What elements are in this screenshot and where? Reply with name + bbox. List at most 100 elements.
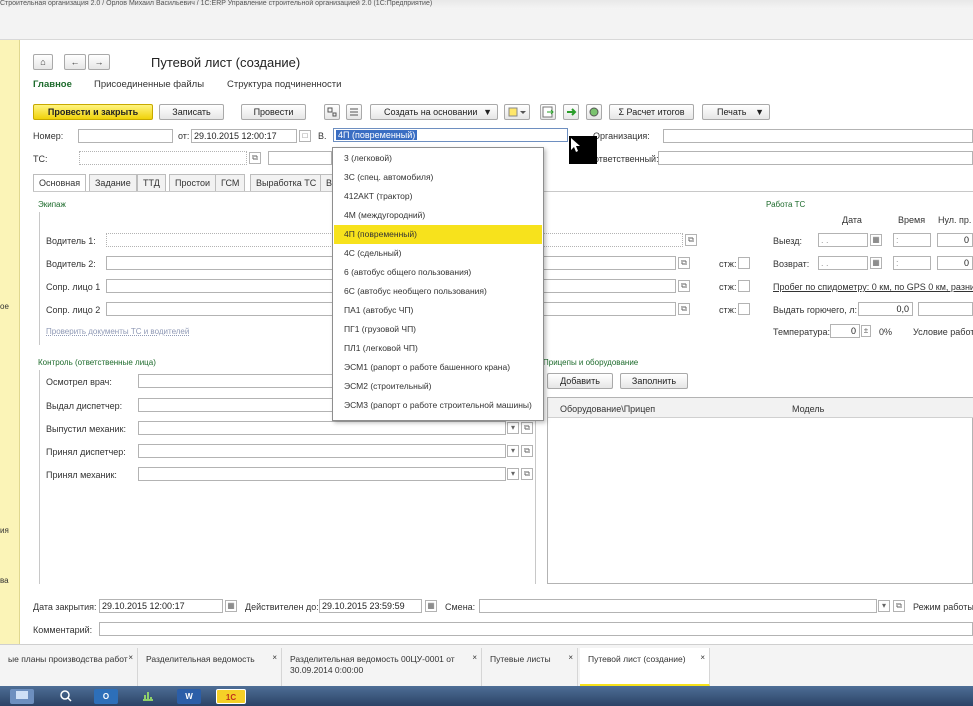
nav-attached-files[interactable]: Присоединенные файлы bbox=[94, 79, 204, 90]
mechanic-accepted-field[interactable] bbox=[138, 467, 506, 481]
word-icon[interactable]: W bbox=[177, 689, 201, 704]
close-icon[interactable]: × bbox=[700, 652, 705, 663]
create-based-button[interactable]: Создать на основании ▼ bbox=[370, 104, 498, 120]
dropdown-item[interactable]: ПГ1 (грузовой ЧП) bbox=[334, 320, 542, 339]
dropdown-item-selected[interactable]: 4П (повременный) bbox=[334, 225, 542, 244]
tab-vehicle-output[interactable]: Выработка ТС bbox=[250, 174, 323, 191]
1c-icon[interactable]: 1С bbox=[216, 689, 246, 704]
open-window-tab[interactable]: Путевые листы × bbox=[482, 648, 578, 686]
responsible-field[interactable] bbox=[658, 151, 973, 165]
close-icon[interactable]: × bbox=[128, 652, 133, 663]
temperature-stepper[interactable]: ± bbox=[861, 325, 871, 337]
tab-idle[interactable]: Простои bbox=[169, 174, 217, 191]
mileage-link[interactable]: Пробег по спидометру: 0 км, по GPS 0 км,… bbox=[773, 282, 973, 292]
dropdown-item[interactable]: 4С (сдельный) bbox=[334, 244, 542, 263]
dropdown-item[interactable]: ПА1 (автобус ЧП) bbox=[334, 301, 542, 320]
post-button[interactable]: Провести bbox=[241, 104, 306, 120]
back-button[interactable]: ← bbox=[64, 54, 86, 70]
exit-zero-field[interactable]: 0 bbox=[937, 233, 973, 247]
open-window-tab[interactable]: ые планы производства работ × bbox=[0, 648, 138, 686]
return-time-field[interactable]: : bbox=[893, 256, 931, 270]
settings-icon[interactable] bbox=[586, 104, 602, 120]
exit-date-field[interactable]: . . bbox=[818, 233, 868, 247]
vehicle-extra-field[interactable] bbox=[268, 151, 332, 165]
open-icon[interactable]: ⧉ bbox=[521, 445, 533, 457]
comment-field[interactable] bbox=[99, 622, 973, 636]
chevron-down-icon[interactable]: ▾ bbox=[878, 600, 890, 612]
dropdown-item[interactable]: ЭСМ2 (строительный) bbox=[334, 377, 542, 396]
open-icon[interactable]: ⧉ bbox=[249, 152, 261, 164]
dropdown-item[interactable]: 4М (междугородний) bbox=[334, 206, 542, 225]
dropdown-item[interactable]: ЭСМ3 (рапорт о работе строительной машин… bbox=[334, 396, 542, 415]
chevron-down-icon[interactable]: ▾ bbox=[507, 445, 519, 457]
home-icon[interactable]: ⌂ bbox=[33, 54, 53, 70]
calendar-icon[interactable]: ▦ bbox=[870, 234, 882, 246]
return-zero-field[interactable]: 0 bbox=[937, 256, 973, 270]
close-icon[interactable]: × bbox=[272, 652, 277, 663]
move-icon[interactable] bbox=[563, 104, 579, 120]
date-field[interactable]: 29.10.2015 12:00:17 bbox=[191, 129, 297, 143]
forward-button[interactable]: → bbox=[88, 54, 110, 70]
chevron-down-icon[interactable]: ▾ bbox=[507, 468, 519, 480]
open-icon[interactable]: ⧉ bbox=[685, 234, 697, 246]
close-date-field[interactable]: 29.10.2015 12:00:17 bbox=[99, 599, 223, 613]
number-field[interactable] bbox=[78, 129, 173, 143]
model-column[interactable]: Модель bbox=[792, 404, 824, 414]
dispatcher-issued-field[interactable] bbox=[138, 398, 333, 412]
tab-main[interactable]: Основная bbox=[33, 174, 87, 192]
stzh-checkbox[interactable] bbox=[738, 303, 750, 315]
temperature-field[interactable]: 0 bbox=[830, 324, 860, 338]
open-icon[interactable]: ⧉ bbox=[678, 303, 690, 315]
close-icon[interactable]: × bbox=[472, 652, 477, 663]
tab-fuel[interactable]: ГСМ bbox=[215, 174, 246, 191]
export-icon[interactable] bbox=[540, 104, 556, 120]
dropdown-item[interactable]: ЭСМ1 (рапорт о работе башенного крана) bbox=[334, 358, 542, 377]
report-menu-icon[interactable] bbox=[504, 104, 530, 120]
list-icon[interactable] bbox=[346, 104, 362, 120]
add-button[interactable]: Добавить bbox=[547, 373, 613, 389]
dropdown-item[interactable]: 6С (автобус необщего пользования) bbox=[334, 282, 542, 301]
dropdown-item[interactable]: 3 (легковой) bbox=[334, 149, 542, 168]
close-icon[interactable]: × bbox=[568, 652, 573, 663]
stzh-checkbox[interactable] bbox=[738, 280, 750, 292]
calc-totals-button[interactable]: Σ Расчет итогов bbox=[609, 104, 694, 120]
outlook-icon[interactable]: O bbox=[94, 689, 118, 704]
network-icon[interactable] bbox=[136, 689, 160, 704]
calendar-icon[interactable]: ▦ bbox=[425, 600, 437, 612]
open-icon[interactable]: ⧉ bbox=[521, 468, 533, 480]
open-window-tab[interactable]: Разделительная ведомость 00ЦУ-0001 от 30.… bbox=[282, 648, 482, 686]
fill-button[interactable]: Заполнить bbox=[620, 373, 688, 389]
open-icon[interactable]: ⧉ bbox=[678, 257, 690, 269]
open-icon[interactable]: ⧉ bbox=[678, 280, 690, 292]
calendar-icon[interactable]: ▦ bbox=[870, 257, 882, 269]
calendar-icon[interactable]: ▦ bbox=[225, 600, 237, 612]
dropdown-item[interactable]: 412АКТ (трактор) bbox=[334, 187, 542, 206]
open-icon[interactable]: ⧉ bbox=[521, 422, 533, 434]
stzh-checkbox[interactable] bbox=[738, 257, 750, 269]
search-icon[interactable] bbox=[54, 689, 78, 704]
explorer-icon[interactable] bbox=[10, 689, 34, 704]
tab-ttd[interactable]: ТТД bbox=[137, 174, 166, 191]
doctor-field[interactable] bbox=[138, 374, 333, 388]
dropdown-item[interactable]: 3С (спец. автомобиля) bbox=[334, 168, 542, 187]
type-field[interactable]: 4П (повременный) bbox=[333, 128, 568, 142]
section-fragment[interactable]: ое bbox=[0, 302, 9, 311]
structure-icon[interactable] bbox=[324, 104, 340, 120]
return-date-field[interactable]: . . bbox=[818, 256, 868, 270]
section-fragment[interactable]: ия bbox=[0, 526, 9, 535]
section-fragment[interactable]: ва bbox=[0, 576, 9, 585]
vehicle-type-dropdown[interactable]: 3 (легковой) 3С (спец. автомобиля) 412АК… bbox=[332, 147, 544, 421]
fuel-field[interactable]: 0,0 bbox=[858, 302, 913, 316]
fuel-extra-field[interactable] bbox=[918, 302, 973, 316]
post-and-close-button[interactable]: Провести и закрыть bbox=[33, 104, 153, 120]
check-docs-link[interactable]: Проверить документы ТС и водителей bbox=[46, 327, 189, 336]
equipment-column[interactable]: Оборудование\Прицеп bbox=[560, 404, 655, 414]
open-icon[interactable]: ⧉ bbox=[893, 600, 905, 612]
dropdown-item[interactable]: ПЛ1 (легковой ЧП) bbox=[334, 339, 542, 358]
equipment-table[interactable]: Оборудование\Прицеп Модель bbox=[547, 397, 973, 584]
valid-until-field[interactable]: 29.10.2015 23:59:59 bbox=[319, 599, 422, 613]
dispatcher-accepted-field[interactable] bbox=[138, 444, 506, 458]
tab-task[interactable]: Задание bbox=[89, 174, 137, 191]
calendar-icon[interactable]: □ bbox=[299, 130, 311, 142]
shift-field[interactable] bbox=[479, 599, 877, 613]
